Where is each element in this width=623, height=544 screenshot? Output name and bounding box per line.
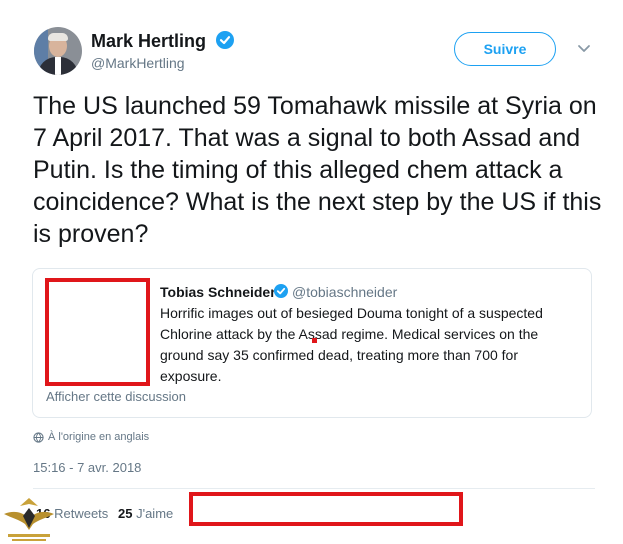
translate-label: À l'origine en anglais xyxy=(48,431,150,443)
likes-count: 25 xyxy=(118,506,133,521)
verified-badge-icon xyxy=(216,31,234,49)
redacted-media-box xyxy=(45,278,150,386)
author-handle[interactable]: @MarkHertling xyxy=(91,55,185,71)
likes-stat[interactable]: 25 J'aime xyxy=(118,506,173,521)
show-thread-link[interactable]: Afficher cette discussion xyxy=(46,389,186,404)
redacted-likers-box xyxy=(189,492,463,526)
verified-badge-icon xyxy=(274,284,288,298)
likes-label: J'aime xyxy=(136,506,174,521)
chevron-down-icon[interactable] xyxy=(576,42,592,56)
tweet-text: The US launched 59 Tomahawk missile at S… xyxy=(33,92,602,248)
author-name[interactable]: Mark Hertling xyxy=(91,31,206,52)
translate-note[interactable]: À l'origine en anglais xyxy=(33,431,149,443)
retweets-label: Retweets xyxy=(54,506,109,521)
globe-icon xyxy=(33,431,44,443)
tweet-timestamp[interactable]: 15:16 - 7 avr. 2018 xyxy=(33,460,141,475)
quoted-author-handle[interactable]: @tobiaschneider xyxy=(292,284,397,300)
redaction-mark xyxy=(312,338,317,343)
divider xyxy=(33,488,595,489)
follow-button[interactable]: Suivre xyxy=(454,32,556,66)
avatar[interactable] xyxy=(34,27,82,75)
quoted-author-name[interactable]: Tobias Schneider xyxy=(160,284,276,300)
quoted-tweet-text: Horrific images out of besieged Douma to… xyxy=(160,305,543,384)
watermark-logo xyxy=(4,498,54,541)
